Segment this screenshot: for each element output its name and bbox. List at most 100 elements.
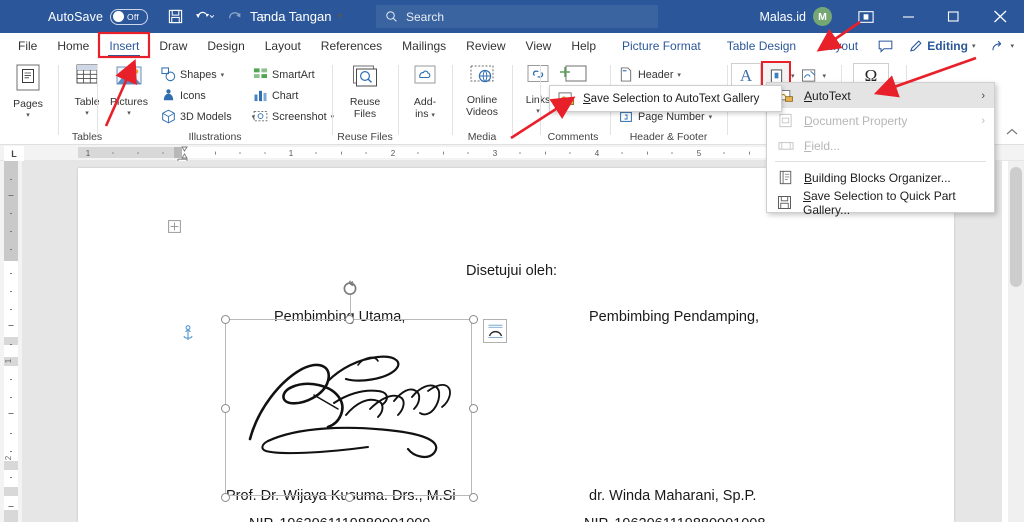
3d-models-label: 3D Models xyxy=(180,110,232,123)
menu-item-building-blocks-organizer[interactable]: Building Blocks Organizer... xyxy=(767,165,994,190)
menu-item-field: Field... xyxy=(767,133,994,158)
resize-handle-middle-left[interactable] xyxy=(221,404,230,413)
svg-text:1: 1 xyxy=(289,149,294,158)
image-selection-frame[interactable] xyxy=(221,315,478,502)
header-button[interactable]: Header ▾ xyxy=(618,64,712,85)
right-nip-label: NIP. 1962061119880001008 xyxy=(584,516,765,522)
svg-text:2: 2 xyxy=(4,455,13,460)
building-blocks-icon xyxy=(777,169,794,186)
screenshot-button[interactable]: Screenshot ▾ xyxy=(252,106,334,127)
save-icon[interactable] xyxy=(162,5,188,29)
chevron-right-icon: › xyxy=(981,114,985,127)
layout-options-button[interactable] xyxy=(483,319,507,343)
vertical-scrollbar[interactable] xyxy=(1008,161,1024,522)
pictures-icon xyxy=(113,63,145,94)
rotate-handle-icon[interactable] xyxy=(341,279,359,297)
account-button[interactable]: Malas.id M xyxy=(759,7,832,26)
share-icon xyxy=(992,40,1002,50)
tab-references[interactable]: References xyxy=(311,33,392,59)
tab-view[interactable]: View xyxy=(516,33,562,59)
table-move-handle-icon[interactable] xyxy=(168,220,181,236)
editing-mode-button[interactable]: Editing ▾ xyxy=(903,37,981,55)
close-button[interactable] xyxy=(976,0,1024,33)
3d-models-button[interactable]: 3D Models ▾ xyxy=(160,106,255,127)
chevron-down-icon: ▾ xyxy=(431,112,435,119)
chevron-down-icon[interactable]: ▾ xyxy=(823,72,827,80)
tab-help[interactable]: Help xyxy=(561,33,606,59)
document-page[interactable]: Disetujui oleh: Pembimbing Utama, Pembim… xyxy=(78,168,954,522)
save-selection-tooltip: Save Selection to AutoText Gallery xyxy=(549,85,782,112)
autosave-toggle[interactable]: Off xyxy=(110,8,149,25)
maximize-button[interactable] xyxy=(931,0,976,33)
add-ins-button[interactable]: Add-ins ▾ xyxy=(400,59,450,122)
ribbon-group-illustrations: Pictures ▾ Shapes ▾ Icons 3D Models ▾ Sm… xyxy=(100,59,334,145)
online-videos-button[interactable]: Online Videos xyxy=(454,59,510,118)
autosave-control[interactable]: AutoSave Off xyxy=(48,8,149,25)
resize-handle-middle-right[interactable] xyxy=(469,404,478,413)
pencil-icon xyxy=(910,40,922,52)
group-label-reuse-files: Reuse Files xyxy=(337,131,393,143)
vertical-ruler[interactable]: 1 2 xyxy=(0,161,22,522)
minimize-button[interactable] xyxy=(886,0,931,33)
tab-mailings[interactable]: Mailings xyxy=(392,33,456,59)
resize-handle-bottom-left[interactable] xyxy=(221,493,230,502)
tab-layout[interactable]: Layout xyxy=(255,33,311,59)
chevron-down-icon: ▾ xyxy=(337,11,342,21)
shapes-label: Shapes xyxy=(180,68,217,81)
autosave-state-label: Off xyxy=(127,11,139,22)
shapes-button[interactable]: Shapes ▾ xyxy=(160,64,255,85)
shapes-icon xyxy=(160,67,176,83)
right-role-label: Pembimbing Pendamping, xyxy=(589,309,760,325)
menu-item-autotext[interactable]: AutoText › xyxy=(767,83,994,108)
header-icon xyxy=(618,67,634,83)
share-button[interactable]: ▾ xyxy=(985,38,1020,55)
resize-handle-top-left[interactable] xyxy=(221,315,230,324)
online-videos-icon xyxy=(467,63,497,92)
ribbon-tabs-right: Editing ▾ ▾ xyxy=(872,33,1020,59)
tab-insert[interactable]: Insert xyxy=(99,33,149,59)
tab-table-design[interactable]: Table Design xyxy=(717,33,806,59)
ribbon-group-reuse-files: Reuse Files Reuse Files xyxy=(334,59,396,145)
collapse-ribbon-icon[interactable] xyxy=(1006,126,1018,140)
ribbon-display-options-icon[interactable] xyxy=(846,0,886,33)
tab-file[interactable]: File xyxy=(8,33,47,59)
tab-table-layout[interactable]: Layout xyxy=(812,33,868,59)
smartart-icon xyxy=(252,67,268,83)
smartart-button[interactable]: SmartArt xyxy=(252,64,334,85)
chart-button[interactable]: Chart xyxy=(252,85,334,106)
group-label-illustrations: Illustrations xyxy=(188,131,242,143)
resize-handle-top-center[interactable] xyxy=(345,315,354,324)
document-name-dropdown[interactable]: Tanda Tangan ▾ xyxy=(250,0,342,33)
autosave-label: AutoSave xyxy=(48,9,104,24)
tab-draw[interactable]: Draw xyxy=(149,33,197,59)
tab-home[interactable]: Home xyxy=(47,33,99,59)
add-ins-label: Add-ins ▾ xyxy=(413,96,437,120)
icons-button[interactable]: Icons xyxy=(160,85,255,106)
tab-stop-selector[interactable]: L xyxy=(4,146,24,161)
tab-review[interactable]: Review xyxy=(456,33,515,59)
chart-label: Chart xyxy=(272,89,299,102)
pages-button[interactable]: Pages ▾ xyxy=(0,59,56,122)
smartart-label: SmartArt xyxy=(272,68,315,81)
comments-button[interactable] xyxy=(872,38,899,55)
chevron-down-icon: ▾ xyxy=(677,71,681,79)
pictures-button[interactable]: Pictures ▾ xyxy=(102,59,156,120)
svg-text:4: 4 xyxy=(595,149,600,158)
menu-item-save-selection-quick-part[interactable]: Save Selection to Quick Part Gallery... xyxy=(767,189,994,217)
menu-item-field-label: Field... xyxy=(804,138,841,153)
search-input[interactable]: Search xyxy=(376,5,658,28)
chevron-down-icon[interactable]: ▾ xyxy=(791,72,795,80)
resize-handle-bottom-right[interactable] xyxy=(469,493,478,502)
resize-handle-bottom-center[interactable] xyxy=(345,493,354,502)
undo-icon[interactable] xyxy=(190,5,220,29)
tab-design[interactable]: Design xyxy=(197,33,254,59)
redo-icon[interactable] xyxy=(222,5,248,29)
resize-handle-top-right[interactable] xyxy=(469,315,478,324)
reuse-files-button[interactable]: Reuse Files xyxy=(334,59,396,120)
tab-picture-format[interactable]: Picture Format xyxy=(612,33,711,59)
comment-icon xyxy=(878,40,893,53)
menu-item-autotext-label: AutoText xyxy=(804,88,851,103)
scrollbar-thumb[interactable] xyxy=(1010,167,1022,287)
group-separator xyxy=(540,65,541,135)
3d-model-icon xyxy=(160,109,176,125)
